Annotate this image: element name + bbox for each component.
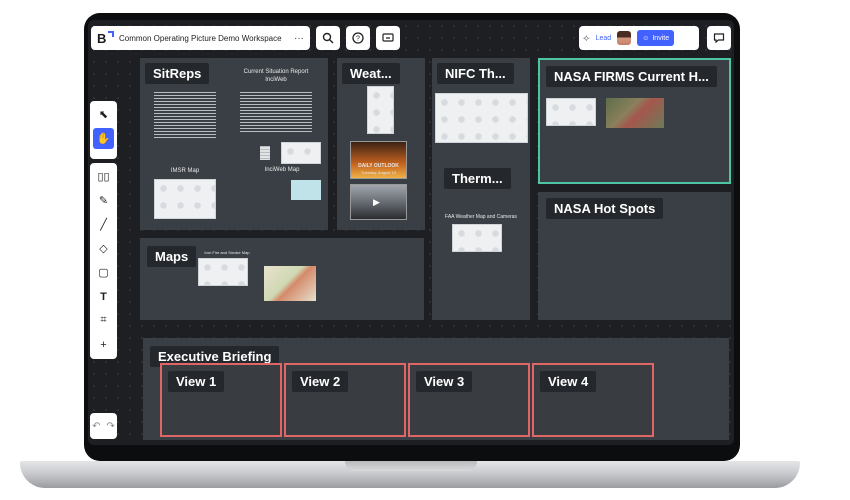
frame-sitreps[interactable]: SitReps Current Situation Report InciWeb… — [140, 58, 328, 230]
help-icon: ? — [352, 32, 364, 44]
frame-label-therm[interactable]: Therm... — [444, 168, 511, 189]
outlook-title: DAILY OUTLOOK — [358, 163, 399, 169]
sitrep-doc-title: Current Situation Report InciWeb — [243, 69, 309, 83]
lead-icon[interactable]: ⟡ — [583, 33, 590, 44]
collaboration-bar: ⟡ Lead ☺ Invite — [579, 26, 699, 50]
redo-button[interactable]: ↷ — [107, 421, 115, 432]
faa-caption: FAA Weather Map and Cameras — [445, 214, 517, 220]
frame-label-nasa-firms[interactable]: NASA FIRMS Current H... — [546, 66, 717, 87]
view-frame-3[interactable]: View 3 — [408, 363, 530, 437]
frame-label-weather[interactable]: Weat... — [342, 63, 400, 84]
line-tool[interactable]: ╱ — [93, 214, 114, 235]
sitrep-document[interactable] — [154, 92, 216, 140]
text-icon: T — [100, 290, 107, 303]
invite-button[interactable]: ☺ Invite — [637, 30, 675, 46]
frame-label-sitreps[interactable]: SitReps — [145, 63, 210, 84]
lead-button[interactable]: Lead — [596, 35, 612, 42]
present-button[interactable] — [376, 26, 400, 50]
help-button[interactable]: ? — [346, 26, 370, 50]
select-tool[interactable]: ⬉ — [93, 104, 114, 125]
whiteboard-canvas[interactable]: B Common Operating Picture Demo Workspac… — [88, 20, 734, 445]
frame-nifc[interactable]: NIFC Th... Therm... FAA Weather Map and … — [432, 58, 530, 320]
imsr-map-image[interactable] — [154, 179, 216, 219]
daily-outlook-image[interactable]: DAILY OUTLOOK Tuesday, August 10 — [350, 141, 407, 179]
view-label-3[interactable]: View 3 — [416, 371, 473, 392]
sticky-note-tool[interactable]: ▢ — [93, 262, 114, 283]
hand-tool[interactable]: ✋ — [93, 128, 114, 149]
svg-text:?: ? — [356, 36, 360, 43]
pen-tool[interactable]: ✎ — [93, 190, 114, 211]
shapes-tool[interactable]: ◇ — [93, 238, 114, 259]
invite-label: Invite — [652, 34, 670, 42]
frame-tool[interactable]: ⌗ — [93, 310, 114, 331]
frame-nasa-firms[interactable]: NASA FIRMS Current H... — [538, 58, 731, 184]
templates-icon: ▯▯ — [97, 171, 110, 183]
iron-fire-map-image[interactable] — [264, 266, 316, 301]
firms-thumbnail[interactable] — [546, 98, 596, 126]
chat-icon — [713, 33, 725, 44]
view-frame-4[interactable]: View 4 — [532, 363, 654, 437]
frame-executive-briefing[interactable]: Executive Briefing View 1 View 2 View 3 … — [143, 338, 729, 440]
view-label-1[interactable]: View 1 — [168, 371, 225, 392]
view-frame-1[interactable]: View 1 — [160, 363, 282, 437]
shapes-icon: ◇ — [99, 243, 108, 255]
app-logo[interactable]: B — [97, 30, 114, 46]
frame-label-maps[interactable]: Maps — [147, 246, 197, 267]
chat-button[interactable] — [707, 26, 731, 50]
weather-video-thumbnail[interactable]: ▶ — [350, 184, 407, 220]
frame-label-nasa-hot-spots[interactable]: NASA Hot Spots — [546, 198, 664, 219]
sticky-note-icon: ▢ — [98, 267, 109, 279]
undo-redo-toolbar: ↶ ↷ — [90, 413, 117, 439]
inciweb-qr-image[interactable] — [260, 146, 270, 160]
firms-satellite-image[interactable] — [606, 98, 664, 128]
inciweb-report-document[interactable] — [240, 92, 312, 132]
avatar[interactable] — [617, 31, 632, 45]
search-button[interactable] — [316, 26, 340, 50]
add-tool[interactable]: + — [93, 334, 114, 355]
select-icon: ⬉ — [98, 109, 109, 121]
nifc-image[interactable] — [435, 93, 528, 143]
frame-label-nifc[interactable]: NIFC Th... — [437, 63, 514, 84]
frame-weather[interactable]: Weat... DAILY OUTLOOK Tuesday, August 10… — [337, 58, 425, 230]
search-icon — [322, 32, 334, 44]
templates-tool[interactable]: ▯▯ — [93, 166, 114, 187]
pen-icon: ✎ — [98, 195, 109, 207]
laptop-notch — [345, 461, 477, 471]
inciweb-thumbnail[interactable] — [281, 142, 321, 164]
hand-icon: ✋ — [96, 133, 111, 145]
frame-nasa-hot-spots[interactable]: NASA Hot Spots — [538, 192, 731, 320]
outlook-date: Tuesday, August 10 — [361, 170, 396, 175]
view-label-4[interactable]: View 4 — [540, 371, 597, 392]
frame-maps[interactable]: Maps Iron Fire and Smoke Map — [140, 238, 424, 320]
view-label-2[interactable]: View 2 — [292, 371, 349, 392]
undo-button[interactable]: ↶ — [92, 421, 100, 432]
maps-caption: Iron Fire and Smoke Map — [204, 250, 250, 255]
frame-icon: ⌗ — [100, 314, 107, 326]
invite-icon: ☺ — [642, 34, 650, 42]
imsr-map-caption: IMSR Map — [170, 168, 200, 174]
line-icon: ╱ — [100, 219, 107, 231]
inciweb-map-caption: InciWeb Map — [264, 167, 300, 173]
inciweb-map-image[interactable] — [291, 180, 321, 200]
more-icon[interactable]: ··· — [294, 33, 304, 44]
iron-fire-map-placeholder[interactable] — [198, 258, 248, 286]
view-frame-2[interactable]: View 2 — [284, 363, 406, 437]
text-tool[interactable]: T — [93, 286, 114, 307]
add-icon: + — [100, 338, 107, 351]
board-title-bar[interactable]: B Common Operating Picture Demo Workspac… — [91, 26, 310, 50]
board-title[interactable]: Common Operating Picture Demo Workspace — [119, 34, 286, 43]
select-toolbar: ⬉ ✋ — [90, 101, 117, 159]
play-icon[interactable]: ▶ — [373, 197, 380, 208]
faa-weather-image[interactable] — [452, 224, 502, 252]
present-icon — [382, 33, 394, 42]
weather-document[interactable] — [367, 86, 394, 134]
creation-toolbar: ▯▯ ✎ ╱ ◇ ▢ T ⌗ + — [90, 163, 117, 359]
